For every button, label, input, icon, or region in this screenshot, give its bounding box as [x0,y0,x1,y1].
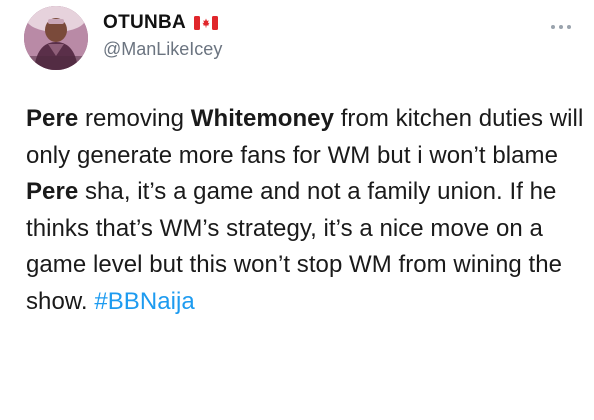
tweet-card: OTUNBA @ManLikeIcey Pere removing Whitem… [0,0,594,420]
canada-flag-icon [194,16,219,30]
bold-mention-pere: Pere [26,178,79,205]
avatar-image [24,6,88,70]
more-options-icon[interactable] [550,24,572,30]
author-name-row: OTUNBA [103,12,219,34]
bold-mention-pere: Pere [26,105,79,132]
tweet-text: Pere removing Whitemoney from kitchen du… [26,101,586,320]
bold-mention-whitemoney: Whitemoney [190,105,334,132]
hashtag-link[interactable]: #BBNaija [94,288,194,315]
author-display-name[interactable]: OTUNBA [103,12,186,34]
text-segment: removing [78,105,191,132]
profile-avatar[interactable] [24,6,88,70]
author-handle[interactable]: @ManLikeIcey [103,39,222,60]
